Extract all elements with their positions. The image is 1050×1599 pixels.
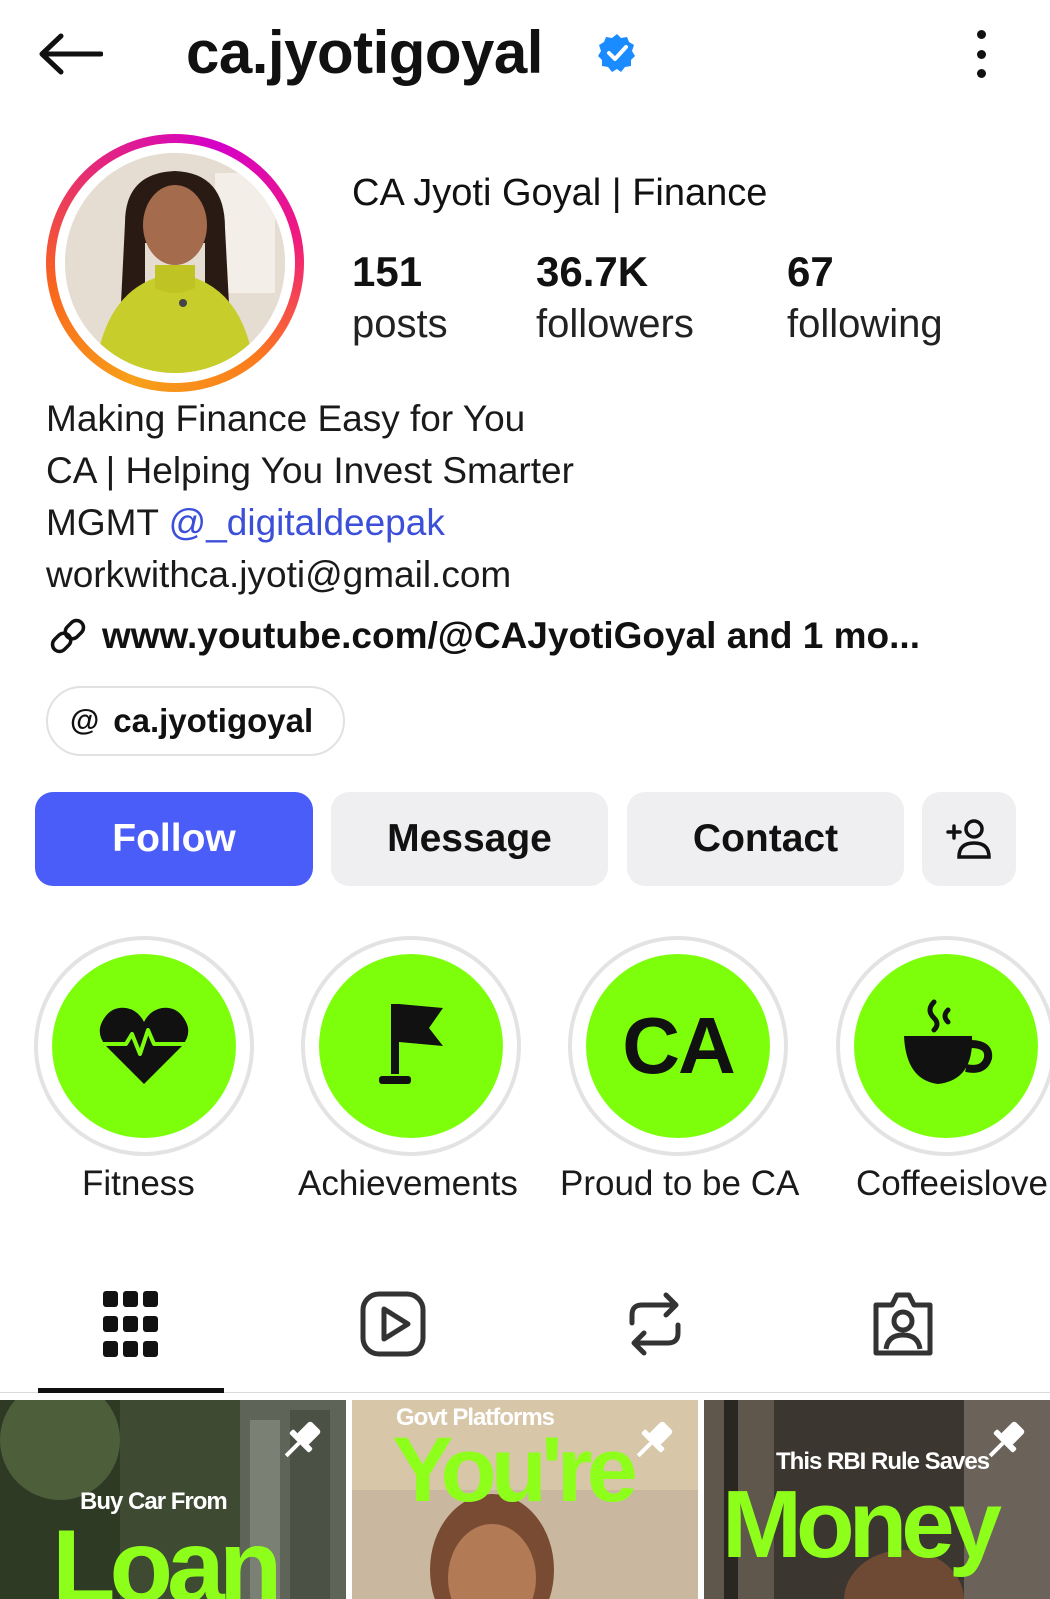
back-arrow-icon[interactable] [34,26,106,82]
followers-count[interactable]: 36.7K followers [536,246,694,350]
more-options-icon[interactable] [958,26,1004,82]
avatar-story-ring[interactable] [46,134,304,392]
add-person-icon [946,819,991,859]
highlight-label: Proud to be CA [560,1164,800,1203]
mention-link[interactable]: @_digitaldeepak [169,502,445,543]
avatar [65,153,285,373]
grid-icon [103,1291,158,1357]
bio-line: Making Finance Easy for You [46,398,526,439]
following-count[interactable]: 67 following [787,246,943,350]
highlight-label: Coffeeislove [856,1164,1048,1203]
tab-tagged[interactable] [848,1284,958,1364]
top-bar: ca.jyotigoyal [0,0,1050,110]
pin-icon [988,1421,1025,1458]
post-headline: Money [722,1471,1002,1578]
highlight-coffee[interactable] [836,936,1050,1156]
threads-handle: ca.jyotigoyal [113,702,314,739]
link-icon [50,618,86,654]
follow-button[interactable]: Follow [35,792,313,886]
add-user-button[interactable] [922,792,1016,886]
heart-pulse-icon [98,1007,190,1084]
post-thumbnail[interactable]: This RBI Rule Saves Money [704,1400,1050,1599]
threads-badge[interactable]: @ ca.jyotigoyal [46,686,346,756]
ca-text-icon: CA [622,1001,736,1090]
display-name: CA Jyoti Goyal | Finance [352,172,768,214]
post-thumbnail[interactable]: Govt Platforms You're [352,1400,698,1599]
post-thumbnail[interactable]: Buy Car From Loan [0,1400,346,1599]
bio-line: CA | Helping You Invest Smarter [46,450,574,491]
profile-bio: Making Finance Easy for You CA | Helping… [46,393,574,601]
post-headline: You're [392,1419,638,1521]
tab-reposts[interactable] [600,1284,710,1364]
highlight-fitness[interactable] [34,936,254,1156]
contact-button[interactable]: Contact [627,792,904,886]
repost-icon [629,1292,681,1356]
verified-badge-icon [596,32,638,74]
post-headline: Loan [52,1509,282,1599]
profile-username: ca.jyotigoyal [186,19,543,86]
message-button[interactable]: Message [331,792,608,886]
highlight-label: Fitness [82,1164,195,1203]
pin-icon [284,1421,321,1458]
coffee-cup-icon [904,999,993,1084]
tagged-person-icon [873,1292,933,1356]
highlight-label: Achievements [298,1164,518,1203]
pin-icon [636,1421,673,1458]
bio-line: MGMT @_digitaldeepak [46,502,445,543]
profile-link[interactable]: www.youtube.com/@CAJyotiGoyal and 1 mo..… [46,614,920,658]
threads-icon: @ [70,704,100,737]
active-tab-indicator [38,1388,224,1393]
bio-email: workwithca.jyoti@gmail.com [46,554,512,595]
highlight-proud-ca[interactable]: CA [568,936,788,1156]
tab-reels[interactable] [338,1284,448,1364]
reels-play-icon [360,1291,426,1357]
profile-link-text[interactable]: www.youtube.com/@CAJyotiGoyal and 1 mo..… [102,615,920,657]
flag-icon [379,1004,443,1084]
tab-posts-grid[interactable] [76,1284,186,1364]
highlight-achievements[interactable] [301,936,521,1156]
posts-count[interactable]: 151 posts [352,246,448,350]
